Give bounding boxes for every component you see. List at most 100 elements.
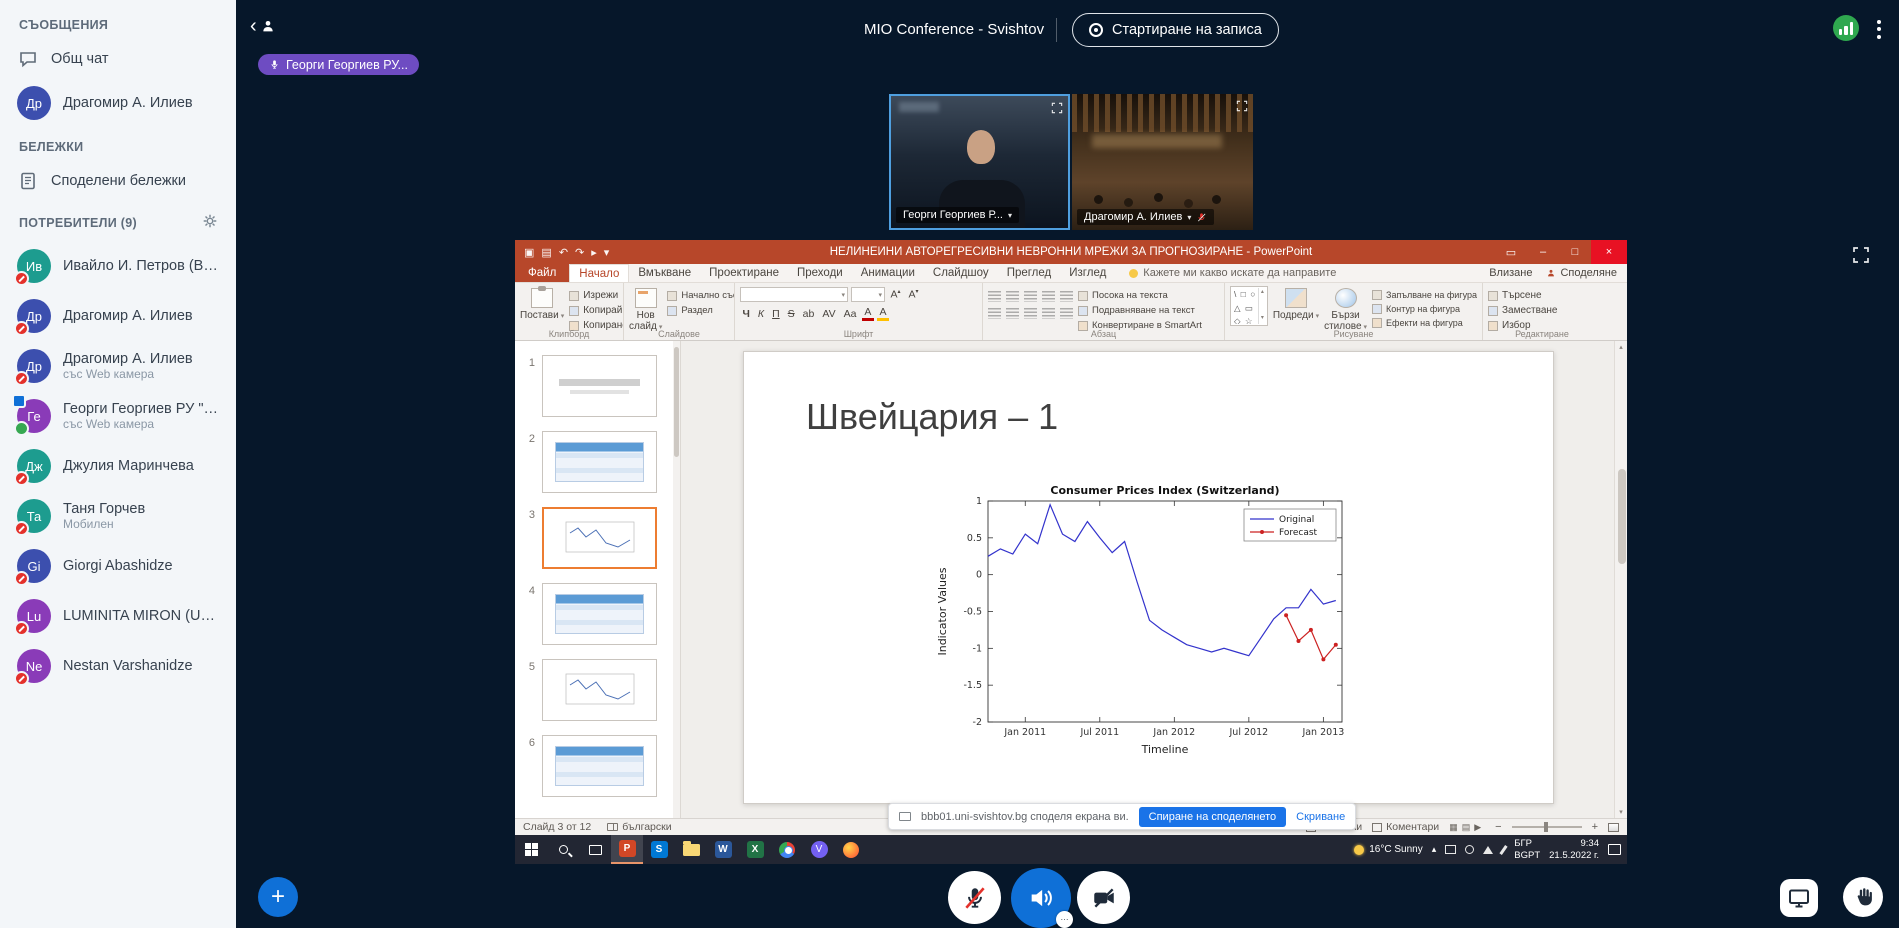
taskbar-powerpoint-icon[interactable]: P (611, 835, 643, 864)
save-icon[interactable]: ▤ (541, 246, 551, 259)
user-list-item[interactable]: LuLUMINITA MIRON (ULIM) (0, 591, 236, 641)
share-button[interactable]: Споделяне (1546, 267, 1617, 279)
align-right-icon[interactable] (1024, 308, 1037, 319)
manage-users-gear-icon[interactable] (201, 212, 219, 233)
user-list-item[interactable]: ИвИвайло И. Петров (Вие) (0, 241, 236, 291)
new-slide-button[interactable]: Нов слайд▾ (629, 286, 662, 332)
sidebar-item-public-chat[interactable]: Общ чат (0, 40, 236, 78)
language-indicator[interactable]: български (607, 821, 671, 833)
stop-sharing-button[interactable]: Спиране на споделянето (1139, 807, 1287, 827)
slides-item[interactable]: Раздел (667, 305, 735, 316)
ppt-tab[interactable]: Преходи (788, 264, 852, 282)
slide-thumbnail-4[interactable]: 4 (523, 583, 680, 645)
webcam-fullscreen-icon[interactable] (1236, 99, 1248, 117)
font-format-button[interactable]: S (785, 308, 797, 320)
font-format-button[interactable]: A (862, 306, 874, 321)
tray-monitor-icon[interactable] (1445, 845, 1456, 854)
toggle-userlist-button[interactable]: ‹ (250, 16, 276, 36)
user-list-item[interactable]: GiGiorgi Abashidze (0, 541, 236, 591)
sign-in-button[interactable]: Влизане (1489, 267, 1532, 279)
sidebar-item-shared-notes[interactable]: Споделени бележки (0, 162, 236, 200)
actions-plus-button[interactable]: + (258, 877, 298, 917)
shrink-font-icon[interactable]: А▾ (906, 288, 921, 301)
paragraph-item[interactable]: Посока на текста (1078, 290, 1202, 301)
webcam-fullscreen-icon[interactable] (1051, 101, 1063, 119)
webcam-tile-georgi[interactable]: Георги Георгиев Р...▾ (889, 94, 1070, 230)
numbering-icon[interactable] (1006, 291, 1019, 302)
gallery-scroll-icons[interactable]: ▴▾ (1258, 288, 1264, 324)
redo-icon[interactable]: ↷ (575, 246, 584, 259)
arrange-button[interactable]: Подреди▾ (1273, 286, 1319, 321)
start-button[interactable] (515, 835, 547, 864)
slides-item[interactable]: Начално състояние (667, 290, 735, 301)
undo-icon[interactable]: ↶ (559, 246, 568, 259)
tray-expand-icon[interactable]: ▴ (1432, 844, 1437, 855)
font-format-button[interactable]: AV (820, 308, 838, 320)
view-switcher-icons[interactable]: ▦▤▶ (1449, 822, 1485, 833)
editing-item[interactable]: Търсене (1488, 290, 1557, 301)
ppt-tab[interactable]: Начало (569, 264, 629, 282)
maximize-button[interactable]: □ (1559, 240, 1591, 264)
slide-scrollbar[interactable]: ▴▾ (1614, 341, 1627, 818)
thumbnail-scrollbar[interactable] (673, 341, 680, 818)
paragraph-item[interactable]: Подравняване на текст (1078, 305, 1202, 316)
slide-thumbnail-3[interactable]: 3 (523, 507, 680, 569)
taskbar-viber-icon[interactable]: V (803, 835, 835, 864)
tray-network-icon[interactable] (1483, 846, 1493, 854)
taskbar-file-explorer-icon[interactable] (675, 835, 707, 864)
hide-notice-button[interactable]: Скриване (1296, 811, 1345, 823)
ppt-tab[interactable]: Слайдшоу (924, 264, 998, 282)
slide-thumbnail-2[interactable]: 2 (523, 431, 680, 493)
font-format-button[interactable]: К (755, 308, 766, 320)
columns-icon[interactable] (1060, 308, 1073, 319)
fit-slide-icon[interactable] (1608, 823, 1619, 832)
ppt-tab[interactable]: Анимации (852, 264, 924, 282)
close-button[interactable]: × (1591, 240, 1627, 264)
taskbar-excel-icon[interactable]: X (739, 835, 771, 864)
taskbar-firefox-icon[interactable] (835, 835, 867, 864)
sidebar-item-private-chat[interactable]: Др Драгомир А. Илиев (0, 78, 236, 128)
talking-indicator[interactable]: Георги Георгиев РУ... (258, 54, 419, 75)
clipboard-item[interactable]: Копирай (569, 305, 624, 316)
audio-button[interactable]: ··· (1011, 868, 1071, 928)
raise-hand-button[interactable] (1843, 877, 1883, 917)
qat-customize-icon[interactable]: ▾ (604, 246, 610, 259)
current-slide[interactable]: Швейцария – 1 Consumer Prices Index (Swi… (743, 351, 1554, 804)
align-center-icon[interactable] (1006, 308, 1019, 319)
presentation-fullscreen-icon[interactable] (1852, 246, 1870, 269)
user-list-item[interactable]: ТаТаня ГорчевМобилен (0, 491, 236, 541)
tell-me-box[interactable]: Кажете ми какво искате да направите (1129, 264, 1336, 282)
language-tray[interactable]: БГР BGPT (1514, 838, 1540, 862)
ppt-tab[interactable]: Проектиране (700, 264, 788, 282)
taskbar-chrome-icon[interactable] (771, 835, 803, 864)
drawing-item[interactable]: Контур на фигура (1372, 304, 1477, 314)
camera-button[interactable] (1077, 871, 1130, 924)
ppt-tab[interactable]: Преглед (998, 264, 1061, 282)
zoom-out-button[interactable]: − (1495, 821, 1501, 833)
line-spacing-icon[interactable] (1060, 291, 1073, 302)
slide-thumbnail-5[interactable]: 5 (523, 659, 680, 721)
justify-icon[interactable] (1042, 308, 1055, 319)
start-recording-button[interactable]: Стартиране на записа (1072, 13, 1279, 47)
action-center-icon[interactable] (1608, 844, 1621, 855)
tray-pen-icon[interactable] (1500, 845, 1508, 855)
options-menu-icon[interactable] (1872, 16, 1886, 42)
minimize-button[interactable]: – (1527, 240, 1559, 264)
zoom-in-button[interactable]: + (1592, 821, 1598, 833)
ribbon-display-options-button[interactable]: ▭ (1495, 240, 1527, 264)
indent-decrease-icon[interactable] (1024, 291, 1037, 302)
editing-item[interactable]: Заместване (1488, 305, 1557, 316)
taskbar-weather[interactable]: 16°C Sunny (1354, 844, 1422, 855)
font-format-button[interactable]: Ч (740, 308, 752, 320)
drawing-item[interactable]: Запълване на фигура (1372, 290, 1477, 300)
user-list-item[interactable]: ДжДжулия Маринчева (0, 441, 236, 491)
indent-increase-icon[interactable] (1042, 291, 1055, 302)
connection-status-icon[interactable] (1833, 15, 1859, 41)
bullets-icon[interactable] (988, 291, 1001, 302)
webcam-name-tag[interactable]: Георги Георгиев Р...▾ (896, 207, 1019, 223)
font-name-combo[interactable]: ▾ (740, 287, 848, 302)
ppt-tab[interactable]: Изглед (1060, 264, 1115, 282)
font-size-combo[interactable]: ▾ (851, 287, 885, 302)
drawing-item[interactable]: Ефекти на фигура (1372, 318, 1477, 328)
zoom-slider[interactable] (1512, 826, 1582, 828)
